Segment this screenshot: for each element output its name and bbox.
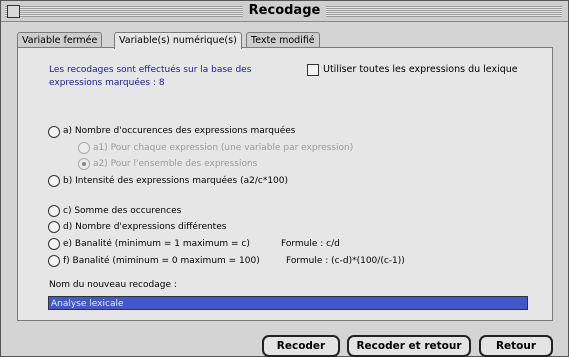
radio-option-b[interactable]	[48, 175, 60, 187]
recodage-name-input[interactable]: Analyse lexicale	[48, 296, 528, 310]
radio-option-a1[interactable]	[78, 142, 90, 154]
tab-variable-fermee[interactable]: Variable fermée	[17, 32, 103, 48]
option-f-label: f) Banalité (miminum = 0 maximum = 100)	[63, 256, 260, 266]
title-bar[interactable]: Recodage	[1, 1, 568, 22]
recoder-et-retour-button[interactable]: Recoder et retour	[347, 335, 471, 357]
use-all-expressions-label: Utiliser toutes les expressions du lexiq…	[323, 64, 518, 75]
info-text-line1: Les recodages sont effectués sur la base…	[49, 65, 252, 75]
radio-option-e[interactable]	[48, 238, 60, 250]
option-a-label: a) Nombre d'occurences des expressions m…	[63, 126, 296, 136]
recodage-name-label: Nom du nouveau recodage :	[49, 280, 177, 290]
option-f-formula: Formule : (c-d)*(100/(c-1))	[286, 256, 405, 266]
recoder-button[interactable]: Recoder	[262, 335, 340, 357]
window-title: Recodage	[242, 3, 327, 18]
radio-option-a2[interactable]	[78, 158, 90, 170]
option-e-label: e) Banalité (minimum = 1 maximum = c)	[63, 239, 250, 249]
option-a1-label: a1) Pour chaque expression (une variable…	[93, 143, 354, 153]
tab-texte-modifie[interactable]: Texte modifié	[246, 32, 320, 48]
radio-selected-dot	[82, 162, 86, 166]
retour-button[interactable]: Retour	[479, 335, 553, 357]
recodage-window: Recodage Variable fermée Variable(s) num…	[0, 0, 569, 357]
option-b-label: b) Intensité des expressions marquées (a…	[63, 176, 289, 186]
info-text-line2: expressions marquées : 8	[49, 78, 165, 88]
radio-option-f[interactable]	[48, 255, 60, 267]
tab-variables-numeriques[interactable]: Variable(s) numérique(s)	[114, 32, 242, 49]
radio-option-c[interactable]	[48, 205, 60, 217]
use-all-expressions-checkbox[interactable]	[307, 64, 319, 76]
option-a2-label: a2) Pour l'ensemble des expressions	[93, 159, 258, 169]
option-d-label: d) Nombre d'expressions différentes	[63, 222, 227, 232]
option-c-label: c) Somme des occurences	[63, 206, 182, 216]
radio-option-a[interactable]	[48, 126, 60, 138]
option-e-formula: Formule : c/d	[281, 239, 340, 249]
radio-option-d[interactable]	[48, 221, 60, 233]
